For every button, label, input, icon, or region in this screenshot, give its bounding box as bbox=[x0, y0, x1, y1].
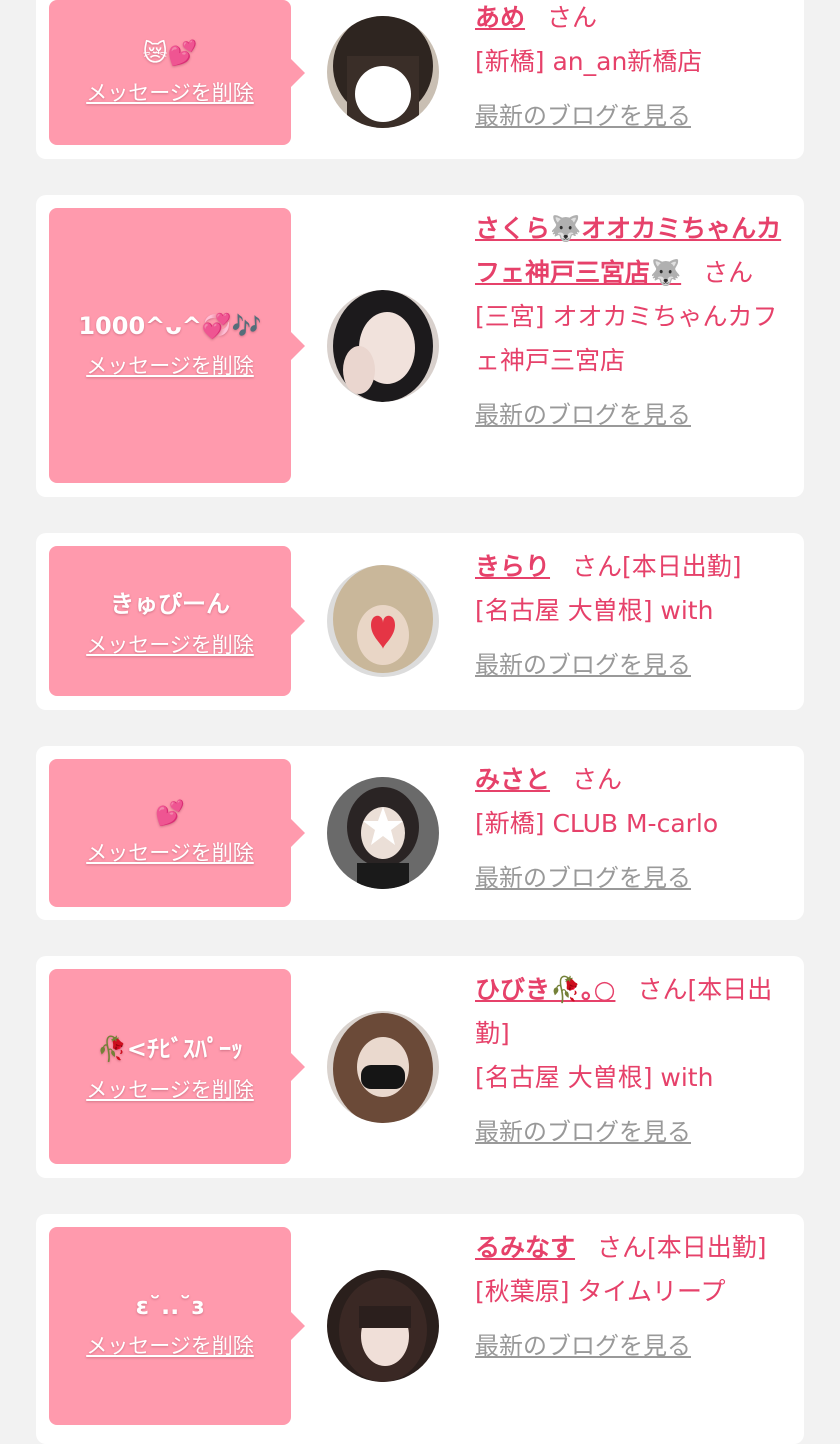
message-bubble: 🥀<ﾁﾋﾞｽﾊﾟｰｯ メッセージを削除 bbox=[49, 969, 305, 1164]
message-bubble: ɛ˘..˘ɜ メッセージを削除 bbox=[49, 1227, 305, 1425]
message-bubble: 1000^ᴗ^💞🎶 メッセージを削除 bbox=[49, 208, 305, 483]
name-line: るみなす さん[本日出勤] bbox=[475, 1226, 793, 1270]
avatar-photo-icon bbox=[327, 290, 439, 402]
profile-name-link[interactable]: みさと bbox=[475, 765, 550, 794]
profile-name-link[interactable]: ひびき🥀｡○ bbox=[475, 975, 615, 1004]
message-card: きゅぴーん メッセージを削除 きらり さん[本日出勤] [名古屋 大曽根] wit… bbox=[36, 533, 804, 710]
latest-blog-link[interactable]: 最新のブログを見る bbox=[475, 643, 691, 687]
shop-name: [秋葉原] タイムリープ bbox=[475, 1277, 726, 1306]
profile-info: きらり さん[本日出勤] [名古屋 大曽根] with 最新のブログを見る bbox=[475, 545, 793, 687]
delete-message-link[interactable]: メッセージを削除 bbox=[86, 1074, 254, 1104]
profile-info: ひびき🥀｡○ さん[本日出勤] [名古屋 大曽根] with 最新のブログを見る bbox=[475, 968, 793, 1154]
shop-name: [三宮] オオカミちゃんカフェ神戸三宮店 bbox=[475, 302, 778, 375]
avatar-photo-icon bbox=[327, 565, 439, 677]
delete-message-link[interactable]: メッセージを削除 bbox=[86, 77, 254, 107]
honorific: さん bbox=[572, 552, 623, 581]
avatar[interactable] bbox=[327, 16, 439, 128]
honorific: さん bbox=[637, 975, 688, 1004]
shop-name: [新橋] an_an新橋店 bbox=[475, 47, 703, 76]
latest-blog-link[interactable]: 最新のブログを見る bbox=[475, 1324, 691, 1368]
profile-info: あめ さん [新橋] an_an新橋店 最新のブログを見る bbox=[475, 0, 793, 138]
delete-message-link[interactable]: メッセージを削除 bbox=[86, 629, 254, 659]
avatar-photo-icon bbox=[327, 1011, 439, 1123]
profile-name-link[interactable]: るみなす bbox=[475, 1233, 575, 1262]
message-text: 🥀<ﾁﾋﾞｽﾊﾟｰｯ bbox=[97, 1035, 243, 1063]
profile-info: るみなす さん[本日出勤] [秋葉原] タイムリープ 最新のブログを見る bbox=[475, 1226, 793, 1368]
latest-blog-link[interactable]: 最新のブログを見る bbox=[475, 94, 691, 138]
profile-name-link[interactable]: きらり bbox=[475, 552, 550, 581]
avatar[interactable] bbox=[327, 1270, 439, 1382]
shop-name: [新橋] CLUB M-carlo bbox=[475, 809, 719, 838]
avatar[interactable] bbox=[327, 777, 439, 889]
message-card: 💕 メッセージを削除 みさと さん [新橋] CLUB M-carlo 最新のブロ… bbox=[36, 746, 804, 920]
latest-blog-link[interactable]: 最新のブログを見る bbox=[475, 1110, 691, 1154]
message-card: 🥀<ﾁﾋﾞｽﾊﾟｰｯ メッセージを削除 ひびき🥀｡○ さん[本日出勤] [名古屋 … bbox=[36, 956, 804, 1178]
message-text: 😿💕 bbox=[142, 38, 198, 67]
honorific: さん bbox=[547, 3, 598, 32]
avatar[interactable] bbox=[327, 565, 439, 677]
profile-info: みさと さん [新橋] CLUB M-carlo 最新のブログを見る bbox=[475, 758, 793, 900]
profile-name-link[interactable]: あめ bbox=[475, 3, 525, 32]
honorific: さん bbox=[703, 258, 754, 287]
shop-name: [名古屋 大曽根] with bbox=[475, 596, 714, 625]
name-line: ひびき🥀｡○ さん[本日出勤] bbox=[475, 968, 793, 1056]
message-text: ɛ˘..˘ɜ bbox=[135, 1292, 205, 1320]
message-bubble: きゅぴーん メッセージを削除 bbox=[49, 546, 305, 696]
avatar-photo-icon bbox=[327, 1270, 439, 1382]
delete-message-link[interactable]: メッセージを削除 bbox=[86, 350, 254, 380]
name-line: きらり さん[本日出勤] bbox=[475, 545, 793, 589]
message-card: 😿💕 メッセージを削除 あめ さん [新橋] an_an新橋店 最新のブログを見る bbox=[36, 0, 804, 159]
latest-blog-link[interactable]: 最新のブログを見る bbox=[475, 856, 691, 900]
profile-info: さくら🐺オオカミちゃんカフェ神戸三宮店🐺 さん [三宮] オオカミちゃんカフェ神戸… bbox=[475, 207, 793, 437]
avatar[interactable] bbox=[327, 1011, 439, 1123]
honorific: さん bbox=[572, 765, 623, 794]
message-bubble: 😿💕 メッセージを削除 bbox=[49, 0, 305, 145]
avatar-photo-icon bbox=[327, 777, 439, 889]
message-card: ɛ˘..˘ɜ メッセージを削除 るみなす さん[本日出勤] [秋葉原] タイムリー… bbox=[36, 1214, 804, 1444]
name-line: みさと さん bbox=[475, 758, 793, 802]
status-badge: [本日出勤] bbox=[647, 1233, 767, 1262]
name-line: さくら🐺オオカミちゃんカフェ神戸三宮店🐺 さん bbox=[475, 207, 793, 295]
message-bubble: 💕 メッセージを削除 bbox=[49, 759, 305, 907]
avatar[interactable] bbox=[327, 290, 439, 402]
message-text: 💕 bbox=[155, 799, 185, 827]
status-badge: [本日出勤] bbox=[622, 552, 742, 581]
message-text: 1000^ᴗ^💞🎶 bbox=[78, 311, 262, 340]
latest-blog-link[interactable]: 最新のブログを見る bbox=[475, 393, 691, 437]
delete-message-link[interactable]: メッセージを削除 bbox=[86, 1330, 254, 1360]
shop-name: [名古屋 大曽根] with bbox=[475, 1063, 714, 1092]
message-text: きゅぴーん bbox=[110, 589, 230, 618]
message-card: 1000^ᴗ^💞🎶 メッセージを削除 さくら🐺オオカミちゃんカフェ神戸三宮店🐺 さ… bbox=[36, 195, 804, 497]
avatar-photo-icon bbox=[327, 16, 439, 128]
delete-message-link[interactable]: メッセージを削除 bbox=[86, 837, 254, 867]
name-line: あめ さん bbox=[475, 0, 793, 40]
honorific: さん bbox=[597, 1233, 648, 1262]
